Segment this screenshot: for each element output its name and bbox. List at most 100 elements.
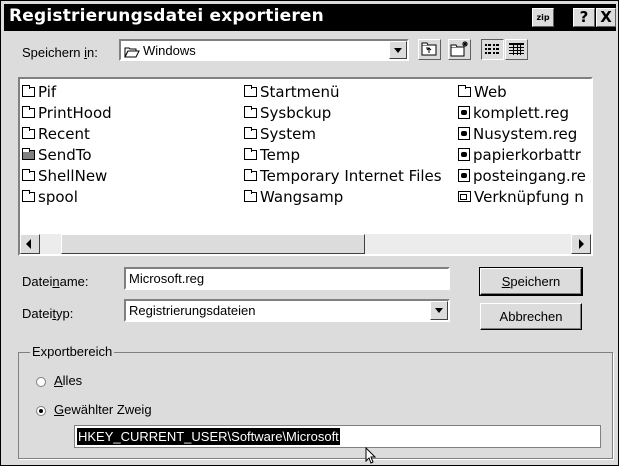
folder-icon xyxy=(22,105,35,118)
all-radio-label[interactable]: Alles xyxy=(54,373,82,388)
list-item[interactable]: Recent xyxy=(22,123,112,144)
folder-icon xyxy=(244,147,257,160)
list-item-label: papierkorbattr xyxy=(473,145,581,164)
folder-icon xyxy=(244,168,257,181)
title-bar[interactable]: Registrierungsdatei exportieren zip ? X xyxy=(4,4,616,31)
up-one-level-icon xyxy=(419,42,440,63)
folder-icon xyxy=(458,84,471,97)
list-item-label: komplett.reg xyxy=(473,103,569,122)
window-title: Registrierungsdatei exportieren xyxy=(9,6,324,26)
filetype-select[interactable]: Registrierungsdateien xyxy=(124,299,450,322)
save-button[interactable]: Speichern xyxy=(479,267,583,296)
create-new-folder-icon xyxy=(449,41,470,63)
filename-value: Microsoft.reg xyxy=(129,271,205,286)
folder-icon xyxy=(244,84,257,97)
list-item-label: PrintHood xyxy=(38,103,112,122)
filetype-label: Dateityp: xyxy=(22,306,74,321)
list-item-label: SendTo xyxy=(38,145,92,164)
scrollbar-thumb[interactable] xyxy=(61,234,365,254)
file-list-column-2: Startmenü Sysbckup System Temp Temporary… xyxy=(244,81,442,207)
list-view-icon xyxy=(482,44,503,63)
save-in-value: Windows xyxy=(143,43,196,58)
registry-file-icon xyxy=(458,148,470,161)
folder-icon xyxy=(22,126,35,139)
folder-open-icon xyxy=(124,45,140,63)
help-button[interactable]: ? xyxy=(573,8,595,27)
folder-icon xyxy=(244,189,257,202)
file-list-column-1: Pif PrintHood Recent SendTo ShellNew spo… xyxy=(22,81,112,207)
list-item-label: Temporary Internet Files xyxy=(260,166,442,185)
list-item[interactable]: Temp xyxy=(244,144,442,165)
list-item-label: Temp xyxy=(260,145,300,164)
selected-branch-radio[interactable] xyxy=(36,406,46,416)
list-item[interactable]: ShellNew xyxy=(22,165,112,186)
registry-key-path-value: HKEY_CURRENT_USER\Software\Microsoft xyxy=(77,428,340,445)
close-button[interactable]: X xyxy=(596,8,616,27)
list-item[interactable]: Web xyxy=(458,81,591,102)
list-item[interactable]: komplett.reg xyxy=(458,102,591,123)
list-item[interactable]: Sysbckup xyxy=(244,102,442,123)
list-item-label: System xyxy=(260,124,316,143)
folder-icon xyxy=(22,84,35,97)
registry-file-icon xyxy=(458,169,470,182)
list-item-label: posteingang.re xyxy=(473,166,586,185)
list-item-label: Wangsamp xyxy=(260,187,344,206)
list-item-label: spool xyxy=(38,187,78,206)
folder-icon xyxy=(244,126,257,139)
folder-icon xyxy=(22,189,35,202)
create-new-folder-button[interactable] xyxy=(448,39,471,60)
list-item[interactable]: Nusystem.reg xyxy=(458,123,591,144)
scroll-right-button[interactable] xyxy=(571,234,591,254)
list-item-label: Pif xyxy=(38,82,57,101)
list-item-label: ShellNew xyxy=(38,166,108,185)
list-item[interactable]: spool xyxy=(22,186,112,207)
list-item-label: Verknüpfung n xyxy=(474,187,584,206)
list-item[interactable]: posteingang.re xyxy=(458,165,591,186)
save-in-dropdown[interactable]: Windows xyxy=(119,39,409,61)
filetype-dropdown-button[interactable] xyxy=(430,301,448,320)
details-view-icon xyxy=(506,43,527,63)
filetype-value: Registrierungsdateien xyxy=(129,303,256,318)
save-button-label: peichern xyxy=(510,274,561,289)
cancel-button[interactable]: Abbrechen xyxy=(480,303,582,330)
details-view-button[interactable] xyxy=(505,39,528,60)
list-item[interactable]: Wangsamp xyxy=(244,186,442,207)
up-one-level-button[interactable] xyxy=(418,39,441,60)
scroll-left-button[interactable] xyxy=(20,234,40,254)
folder-icon xyxy=(22,168,35,181)
list-item-label: Recent xyxy=(38,124,90,143)
scrollbar-track[interactable] xyxy=(40,234,571,254)
list-item[interactable]: papierkorbattr xyxy=(458,144,591,165)
save-in-dropdown-button[interactable] xyxy=(389,41,407,59)
filename-input[interactable]: Microsoft.reg xyxy=(124,267,450,290)
folder-icon xyxy=(244,105,257,118)
export-registry-dialog: Registrierungsdatei exportieren zip ? X … xyxy=(0,0,619,466)
filename-label: Dateiname: xyxy=(22,274,89,289)
zip-button[interactable]: zip xyxy=(532,8,554,27)
save-in-label: Speichern in: xyxy=(22,45,98,60)
horizontal-scrollbar[interactable] xyxy=(20,234,591,254)
shortcut-icon xyxy=(458,191,471,202)
file-list[interactable]: Pif PrintHood Recent SendTo ShellNew spo… xyxy=(18,77,593,256)
list-item[interactable]: System xyxy=(244,123,442,144)
selected-branch-radio-label[interactable]: Gewählter Zweig xyxy=(54,402,152,417)
registry-key-path-input[interactable]: HKEY_CURRENT_USER\Software\Microsoft xyxy=(74,425,601,448)
list-view-button[interactable] xyxy=(481,39,504,60)
list-item[interactable]: PrintHood xyxy=(22,102,112,123)
list-item-label: Sysbckup xyxy=(260,103,332,122)
registry-file-icon xyxy=(458,106,470,119)
list-item-label: Startmenü xyxy=(260,82,340,101)
registry-file-icon xyxy=(458,127,470,140)
list-item[interactable]: Startmenü xyxy=(244,81,442,102)
mouse-pointer-icon xyxy=(365,446,377,470)
all-radio[interactable] xyxy=(36,377,46,387)
list-item[interactable]: SendTo xyxy=(22,144,112,165)
export-range-legend: Exportbereich xyxy=(30,344,115,359)
list-item-label: Web xyxy=(474,82,507,101)
list-item-label: Nusystem.reg xyxy=(473,124,578,143)
folder-icon xyxy=(22,147,35,160)
file-list-column-3: Web komplett.reg Nusystem.reg papierkorb… xyxy=(458,81,591,207)
list-item[interactable]: Temporary Internet Files xyxy=(244,165,442,186)
list-item[interactable]: Verknüpfung n xyxy=(458,186,591,207)
list-item[interactable]: Pif xyxy=(22,81,112,102)
